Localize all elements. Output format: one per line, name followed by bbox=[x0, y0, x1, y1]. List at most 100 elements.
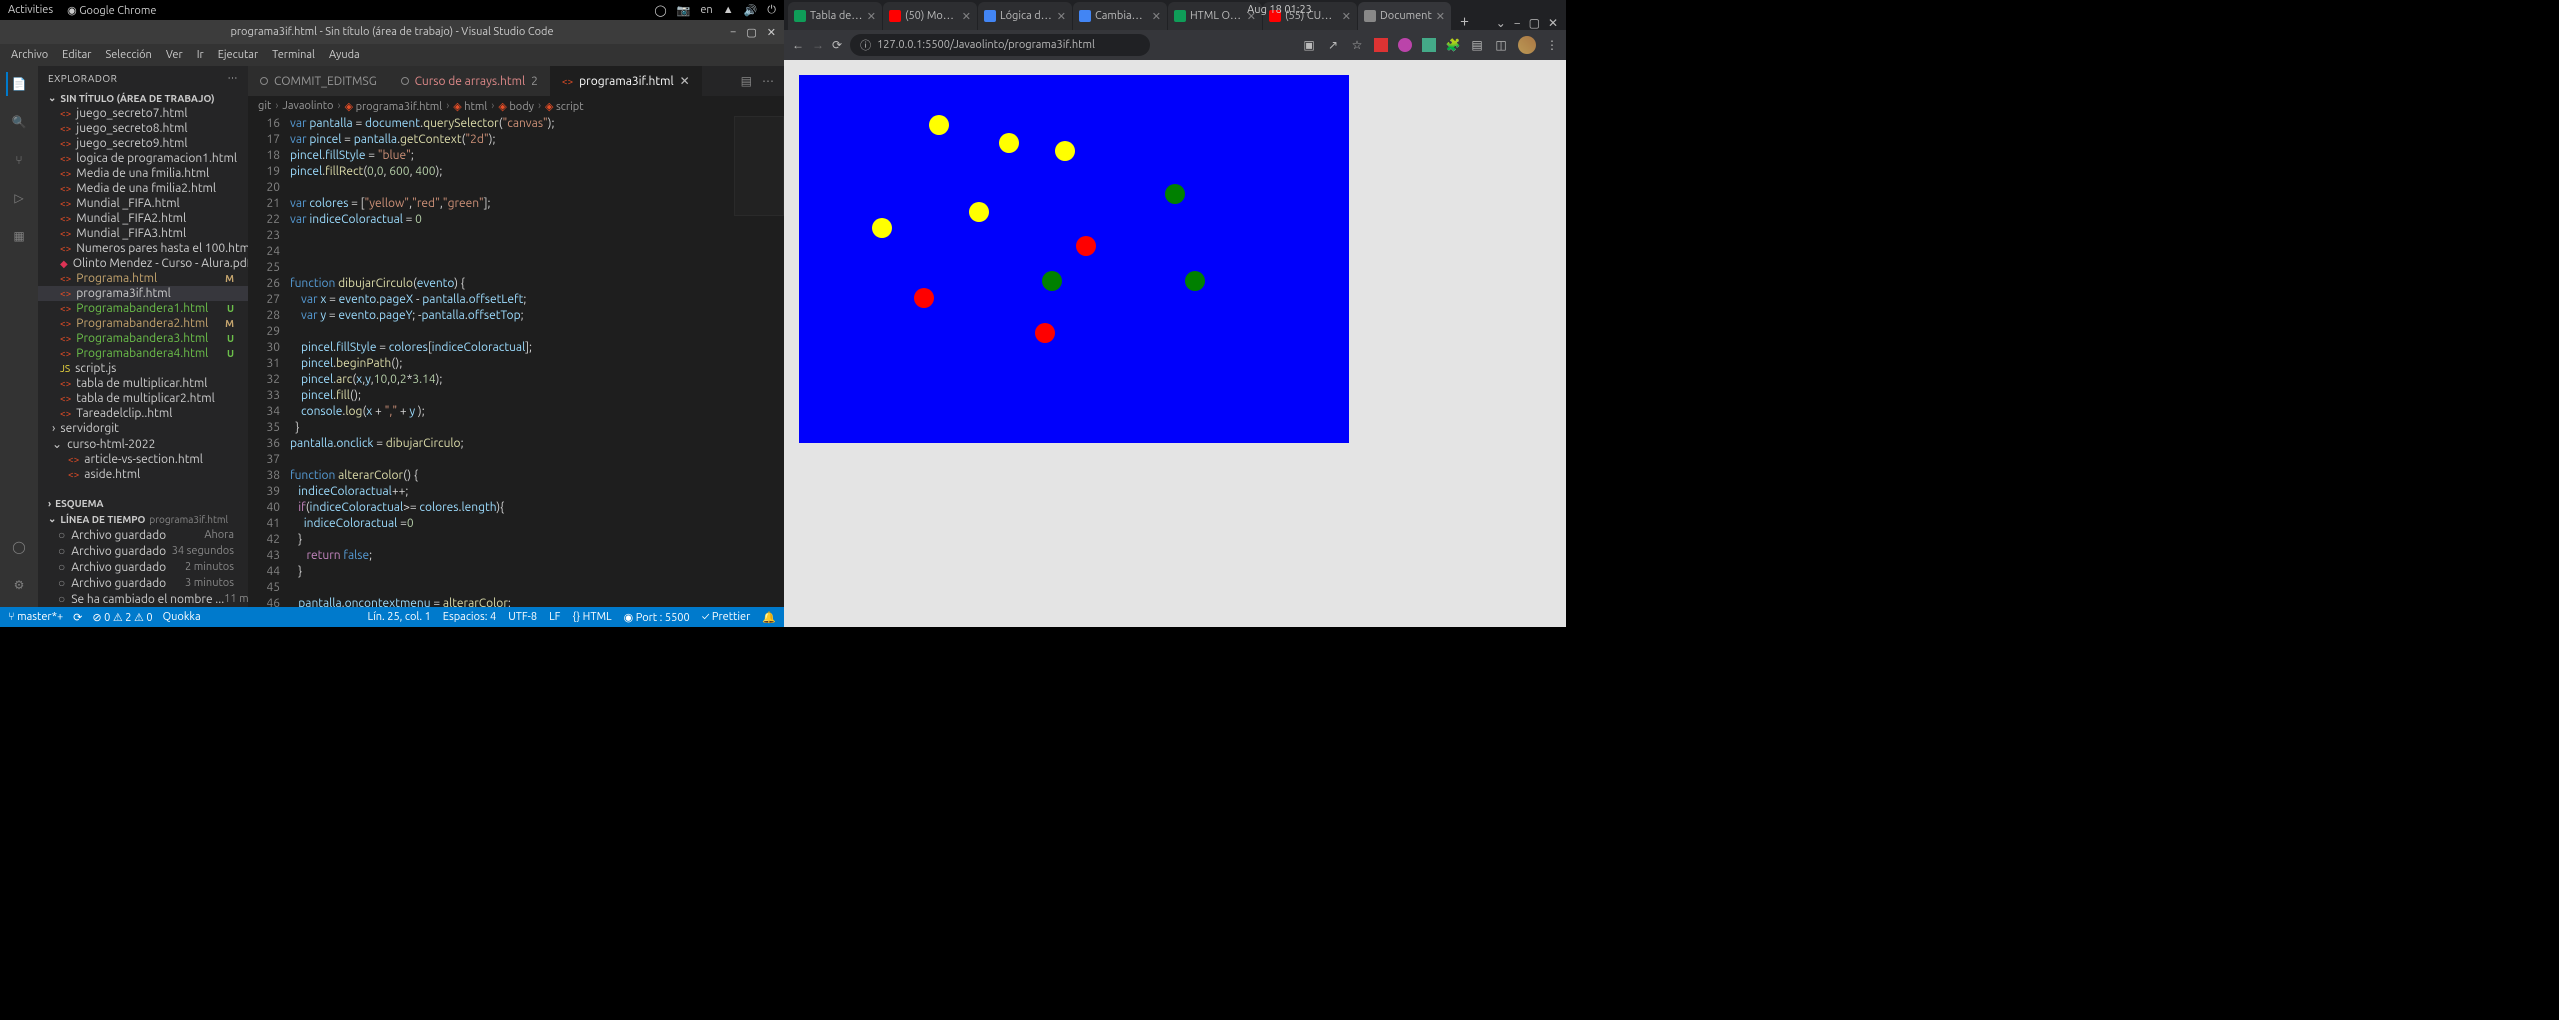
menu-ejecutar[interactable]: Ejecutar bbox=[213, 47, 263, 63]
timeline-item[interactable]: ○Se ha cambiado el nombre ...11 minutos bbox=[38, 591, 248, 607]
reload-icon[interactable]: ⟳ bbox=[832, 38, 842, 52]
file-item[interactable]: <>aside.html bbox=[38, 467, 248, 482]
camera-icon[interactable]: 📷 bbox=[677, 4, 691, 17]
timeline-item[interactable]: ○Archivo guardadoAhora bbox=[38, 527, 248, 543]
file-item[interactable]: <>Tareadelclip..html bbox=[38, 406, 248, 421]
chevron-down-icon[interactable]: ⌄ bbox=[48, 513, 56, 525]
side-panel-icon[interactable]: ◫ bbox=[1494, 38, 1508, 52]
breadcrumb-item[interactable]: ◈ html bbox=[453, 100, 487, 113]
breadcrumb-item[interactable]: ◈ programa3if.html bbox=[345, 100, 443, 113]
minimize-icon[interactable]: − bbox=[730, 26, 736, 39]
file-item[interactable]: <>article-vs-section.html bbox=[38, 452, 248, 467]
live-server-port[interactable]: ◉ Port : 5500 bbox=[624, 611, 690, 624]
prettier-status[interactable]: ✓ Prettier bbox=[702, 611, 751, 623]
explorer-icon[interactable]: 📄 bbox=[6, 72, 30, 96]
extensions-icon[interactable]: 🧩 bbox=[1446, 38, 1460, 52]
browser-tab[interactable]: Document✕ bbox=[1358, 2, 1451, 30]
file-item[interactable]: <>Programabandera1.htmlU bbox=[38, 301, 248, 316]
bookmark-icon[interactable]: ☆ bbox=[1350, 38, 1364, 52]
minimap[interactable] bbox=[734, 116, 784, 216]
close-icon[interactable]: ✕ bbox=[1548, 16, 1558, 30]
code-content[interactable]: var pantalla = document.querySelector("c… bbox=[290, 116, 784, 607]
extensions-icon[interactable]: ▦ bbox=[7, 224, 31, 248]
menu-selección[interactable]: Selección bbox=[100, 47, 156, 63]
maximize-icon[interactable]: ▢ bbox=[746, 26, 756, 39]
minimize-icon[interactable]: − bbox=[1514, 17, 1521, 30]
chevron-down-icon[interactable]: ⌄ bbox=[1496, 16, 1506, 30]
menu-ayuda[interactable]: Ayuda bbox=[324, 47, 365, 63]
debug-icon[interactable]: ▷ bbox=[7, 186, 31, 210]
file-item[interactable]: <>juego_secreto9.html bbox=[38, 136, 248, 151]
forward-icon[interactable]: → bbox=[812, 38, 824, 52]
close-tab-icon[interactable]: ✕ bbox=[1247, 10, 1256, 23]
ext3-icon[interactable] bbox=[1422, 38, 1436, 52]
chevron-right-icon[interactable]: › bbox=[48, 498, 51, 509]
file-item[interactable]: JSscript.js bbox=[38, 361, 248, 376]
breadcrumb-item[interactable]: git bbox=[258, 100, 271, 112]
info-icon[interactable]: ⓘ bbox=[860, 37, 871, 53]
folder-item[interactable]: ⌄ curso-html-2022 bbox=[38, 436, 248, 452]
file-item[interactable]: <>Mundial _FIFA2.html bbox=[38, 211, 248, 226]
breadcrumb-item[interactable]: ◈ script bbox=[545, 100, 583, 113]
file-item[interactable]: <>Mundial _FIFA3.html bbox=[38, 226, 248, 241]
eol[interactable]: LF bbox=[549, 611, 560, 623]
close-tab-icon[interactable]: ✕ bbox=[1152, 10, 1161, 23]
close-tab-icon[interactable]: ✕ bbox=[962, 10, 971, 23]
file-item[interactable]: ◆Olinto Mendez - Curso - Alura.pdf bbox=[38, 256, 248, 271]
ext1-icon[interactable] bbox=[1374, 38, 1388, 52]
file-item[interactable]: <>juego_secreto8.html bbox=[38, 121, 248, 136]
timeline-item[interactable]: ○Archivo guardado3 minutos bbox=[38, 575, 248, 591]
split-editor-icon[interactable]: ▤ bbox=[741, 74, 752, 88]
breadcrumb-item[interactable]: ◈ body bbox=[498, 100, 534, 113]
menu-ir[interactable]: Ir bbox=[192, 47, 209, 63]
file-item[interactable]: <>Media de una fmilia2.html bbox=[38, 181, 248, 196]
browser-tab[interactable]: (50) Modify✕ bbox=[883, 2, 977, 30]
volume-icon[interactable]: 🔊 bbox=[744, 4, 758, 17]
file-item[interactable]: <>tabla de multiplicar.html bbox=[38, 376, 248, 391]
breadcrumb[interactable]: git›Javaolinto›◈ programa3if.html›◈ html… bbox=[248, 96, 784, 116]
share-icon[interactable]: ↗ bbox=[1326, 38, 1340, 52]
more-actions-icon[interactable]: ⋯ bbox=[762, 74, 774, 88]
discord-icon[interactable]: ◯ bbox=[654, 4, 666, 17]
close-tab-icon[interactable]: ✕ bbox=[1436, 10, 1445, 23]
file-item[interactable]: <>juego_secreto7.html bbox=[38, 106, 248, 121]
more-icon[interactable]: ⋯ bbox=[228, 72, 239, 84]
git-sync-icon[interactable]: ⟳ bbox=[73, 611, 82, 624]
breadcrumb-item[interactable]: Javaolinto bbox=[282, 100, 333, 112]
close-tab-icon[interactable]: ✕ bbox=[1057, 10, 1066, 23]
chevron-down-icon[interactable]: ⌄ bbox=[48, 92, 56, 104]
indentation[interactable]: Espacios: 4 bbox=[443, 611, 496, 623]
menu-icon[interactable]: ⋮ bbox=[1546, 38, 1558, 52]
account-icon[interactable]: ◯ bbox=[7, 535, 31, 559]
timeline-item[interactable]: ○Archivo guardado2 minutos bbox=[38, 559, 248, 575]
code-area[interactable]: 1617181920212223242526272829303132333435… bbox=[248, 116, 784, 607]
file-item[interactable]: <>Programabandera2.htmlM bbox=[38, 316, 248, 331]
notification-icon[interactable]: 🔔 bbox=[762, 611, 776, 624]
new-tab-icon[interactable]: + bbox=[1452, 12, 1477, 30]
close-tab-icon[interactable]: ✕ bbox=[867, 10, 876, 23]
file-item[interactable]: <>Programabandera4.htmlU bbox=[38, 346, 248, 361]
editor-tab[interactable]: COMMIT_EDITMSG bbox=[248, 66, 389, 96]
browser-tab[interactable]: Cambiando✕ bbox=[1073, 2, 1167, 30]
timeline-item[interactable]: ○Archivo guardado34 segundos bbox=[38, 543, 248, 559]
source-control-icon[interactable]: ⑂ bbox=[7, 148, 31, 172]
search-icon[interactable]: 🔍 bbox=[7, 110, 31, 134]
language-indicator[interactable]: en bbox=[700, 4, 712, 16]
file-item[interactable]: <>programa3if.html bbox=[38, 286, 248, 301]
file-item[interactable]: <>Programabandera3.htmlU bbox=[38, 331, 248, 346]
reading-list-icon[interactable]: ▤ bbox=[1470, 38, 1484, 52]
editor-tab[interactable]: Curso de arrays.html 2 bbox=[389, 66, 550, 96]
browser-tab[interactable]: Lógica de pr✕ bbox=[978, 2, 1072, 30]
maximize-icon[interactable]: ▢ bbox=[1529, 16, 1540, 30]
activities-label[interactable]: Activities bbox=[8, 4, 53, 16]
close-icon[interactable]: ✕ bbox=[767, 26, 776, 39]
errors-warnings[interactable]: ⊘ 0 ⚠ 2 ⚠ 0 bbox=[92, 611, 152, 624]
file-item[interactable]: <>Mundial _FIFA.html bbox=[38, 196, 248, 211]
browser-tab[interactable]: Tabla de Cole✕ bbox=[788, 2, 882, 30]
settings-icon[interactable]: ⚙ bbox=[7, 573, 31, 597]
cast-icon[interactable]: ▣ bbox=[1302, 38, 1316, 52]
file-item[interactable]: <>Programa.htmlM bbox=[38, 271, 248, 286]
back-icon[interactable]: ← bbox=[792, 38, 804, 52]
menu-ver[interactable]: Ver bbox=[161, 47, 188, 63]
network-icon[interactable]: ▲ bbox=[723, 4, 734, 16]
